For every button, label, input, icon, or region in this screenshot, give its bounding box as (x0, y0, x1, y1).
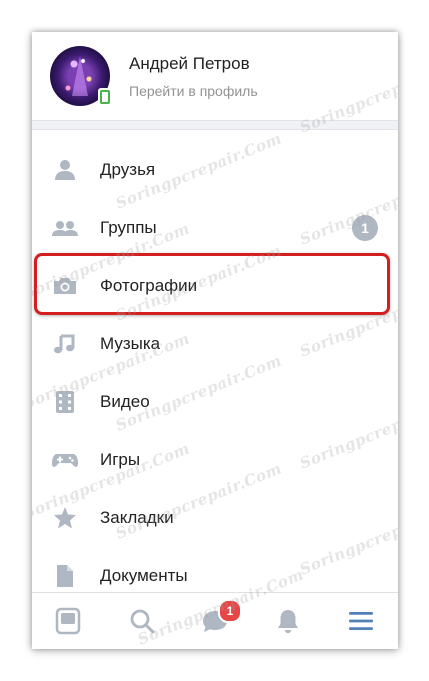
people-icon (52, 221, 78, 236)
person-icon (55, 160, 75, 180)
menu-item-photos[interactable]: Фотографии (32, 257, 398, 315)
profile-name: Андрей Петров (129, 54, 250, 73)
menu-icon (349, 612, 373, 630)
menu-item-label: Закладки (100, 508, 174, 527)
star-icon (54, 507, 76, 529)
profile-header[interactable]: Андрей Петров Перейти в профиль (32, 32, 398, 120)
film-icon (56, 391, 74, 413)
music-note-icon (54, 334, 75, 354)
menu-list: Друзья Группы 1 Фотографии Музыка Видео … (32, 141, 398, 605)
screenshot-stage: Андрей Петров Перейти в профиль Друзья Г… (0, 0, 429, 681)
tab-news[interactable] (54, 607, 82, 635)
menu-item-label: Документы (100, 566, 188, 585)
mobile-online-icon (98, 88, 112, 106)
menu-item-label: Друзья (100, 160, 156, 179)
groups-count-badge: 1 (352, 215, 378, 241)
gamepad-icon (52, 454, 78, 467)
tab-search[interactable] (128, 607, 156, 635)
menu-item-video[interactable]: Видео (32, 373, 398, 431)
tab-notifications[interactable] (274, 607, 302, 635)
search-icon (130, 609, 155, 634)
notifications-bell-icon (278, 610, 298, 633)
menu-item-bookmarks[interactable]: Закладки (32, 489, 398, 547)
messages-count-badge: 1 (218, 599, 242, 623)
tab-menu[interactable] (347, 607, 375, 635)
bottom-tab-bar: 1 (32, 592, 398, 649)
avatar-tree-image (72, 56, 88, 96)
document-icon (57, 565, 73, 587)
menu-item-label: Группы (100, 218, 157, 237)
news-icon (55, 607, 81, 635)
menu-item-label: Видео (100, 392, 150, 411)
menu-item-friends[interactable]: Друзья (32, 141, 398, 199)
menu-item-label: Игры (100, 450, 141, 469)
menu-item-music[interactable]: Музыка (32, 315, 398, 373)
tab-messages[interactable]: 1 (201, 599, 242, 635)
camera-icon (54, 278, 76, 294)
menu-item-label: Музыка (100, 334, 161, 353)
profile-link[interactable]: Перейти в профиль (129, 83, 258, 99)
app-drawer: Андрей Петров Перейти в профиль Друзья Г… (32, 32, 398, 649)
header-divider (32, 120, 398, 130)
menu-item-label: Фотографии (100, 276, 198, 295)
menu-item-groups[interactable]: Группы 1 (32, 199, 398, 257)
menu-item-games[interactable]: Игры (32, 431, 398, 489)
